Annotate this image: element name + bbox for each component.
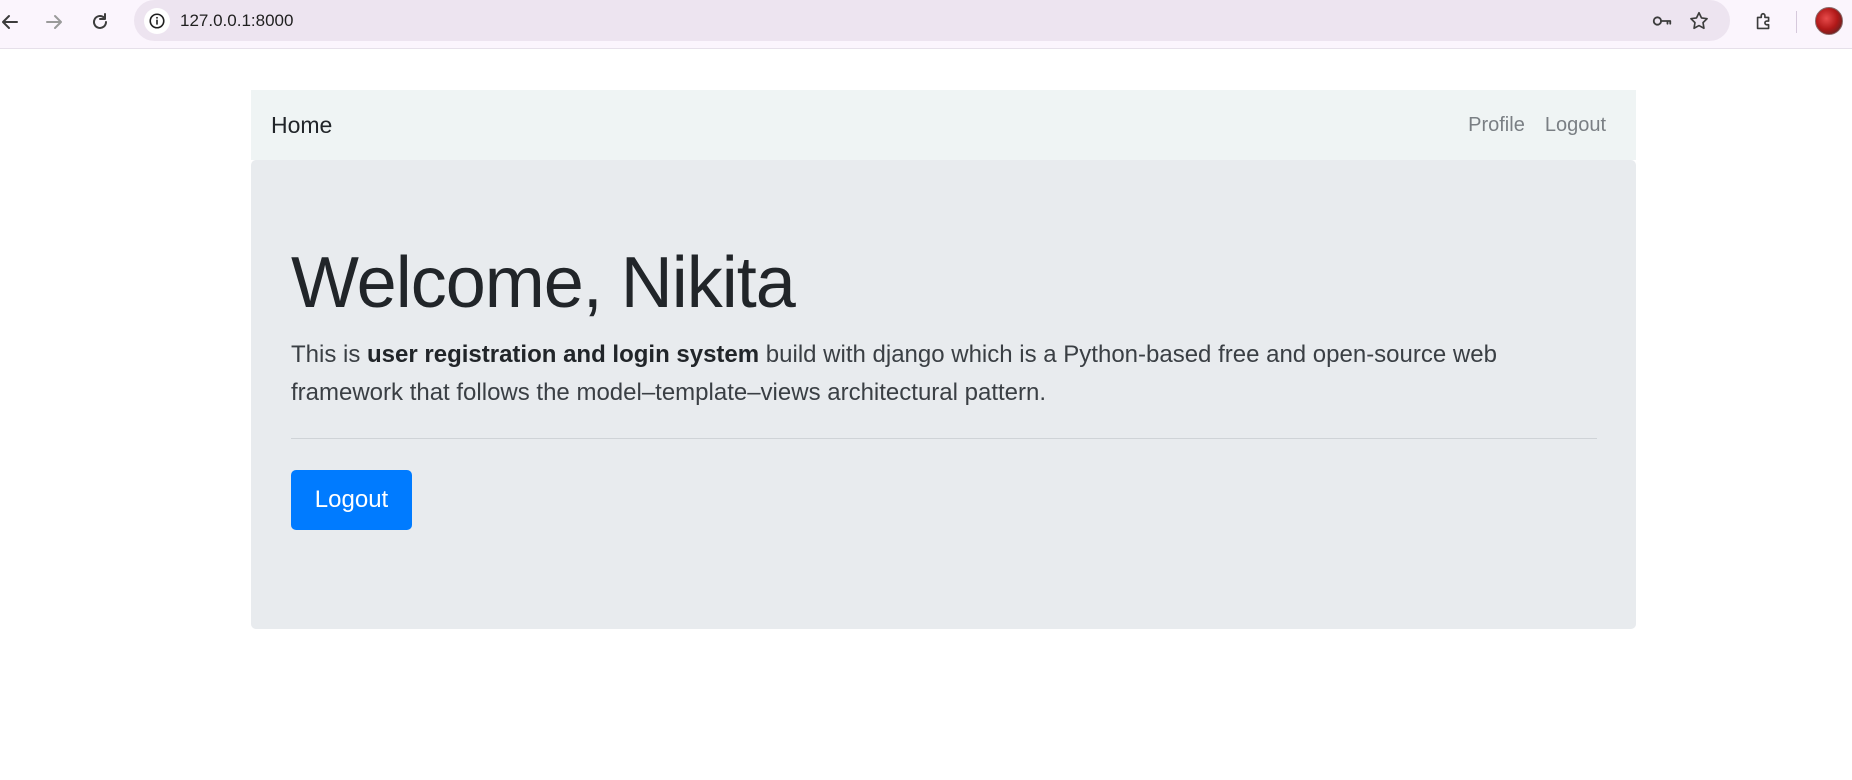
site-info-button[interactable] — [144, 8, 170, 34]
back-button[interactable] — [0, 8, 24, 36]
lead-paragraph: This is user registration and login syst… — [291, 336, 1601, 412]
reload-button[interactable] — [86, 8, 114, 36]
key-icon — [1652, 16, 1672, 26]
navbar-brand-home[interactable]: Home — [271, 112, 332, 139]
bookmark-button[interactable] — [1687, 9, 1711, 33]
lead-prefix: This is — [291, 341, 368, 368]
nav-link-profile[interactable]: Profile — [1468, 114, 1525, 137]
url-text[interactable]: 127.0.0.1:8000 — [180, 11, 293, 31]
navbar: Home Profile Logout — [251, 90, 1636, 160]
avatar[interactable] — [1815, 7, 1843, 35]
arrow-left-icon — [2, 15, 18, 29]
forward-button[interactable] — [40, 8, 68, 36]
divider — [291, 438, 1597, 439]
page-container: Home Profile Logout Welcome, Nikita This… — [251, 90, 1636, 629]
nav-links: Profile Logout — [1468, 114, 1606, 137]
puzzle-icon — [1756, 12, 1770, 30]
jumbotron: Welcome, Nikita This is user registratio… — [251, 160, 1636, 629]
logout-button[interactable]: Logout — [291, 470, 412, 530]
info-icon — [149, 13, 165, 29]
address-bar[interactable]: 127.0.0.1:8000 — [134, 0, 1730, 41]
toolbar-divider — [1796, 11, 1797, 33]
arrow-right-icon — [46, 15, 62, 29]
password-manager-button[interactable] — [1650, 9, 1674, 33]
extensions-button[interactable] — [1750, 8, 1778, 36]
reload-icon — [93, 13, 107, 29]
star-icon — [1690, 11, 1708, 30]
nav-link-logout[interactable]: Logout — [1545, 114, 1606, 137]
browser-toolbar: 127.0.0.1:8000 — [0, 0, 1852, 49]
lead-highlight: user registration and login system — [367, 341, 760, 368]
page-title: Welcome, Nikita — [291, 243, 796, 323]
